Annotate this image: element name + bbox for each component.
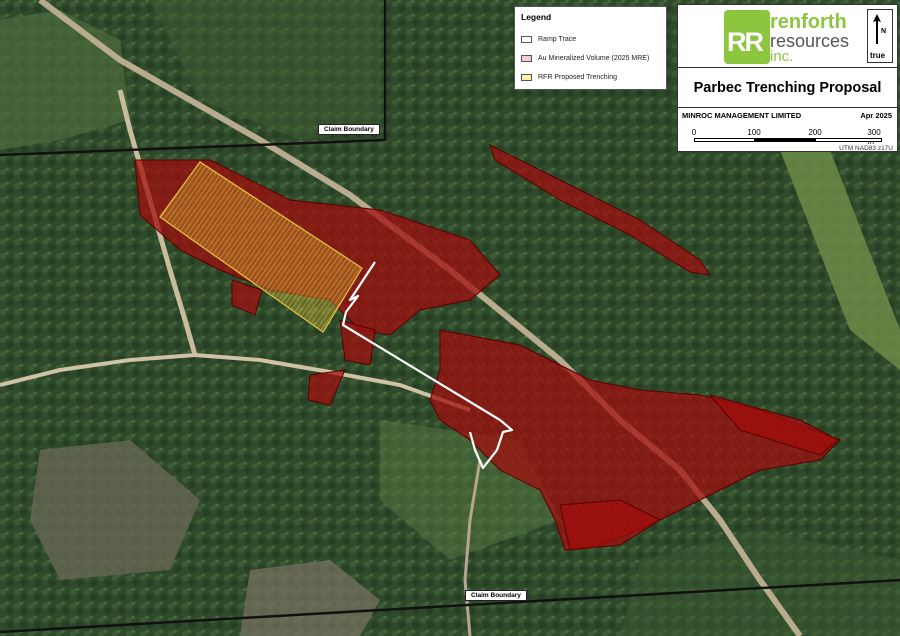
title-block: RR renforth resources inc. N true Parbec… <box>677 4 898 152</box>
logo-mark: RR <box>724 10 770 64</box>
legend-label: RFR Proposed Trenching <box>538 73 617 81</box>
logo-word-3: inc. <box>770 48 794 65</box>
mineralized-swatch-icon <box>521 54 532 62</box>
north-arrow-icon: N true <box>867 9 893 63</box>
legend-label: Au Mineralized Volume (2025 MRE) <box>538 54 650 62</box>
legend-item-mineralized: Au Mineralized Volume (2025 MRE) <box>521 50 660 66</box>
ramp-swatch-icon <box>521 35 532 43</box>
map-canvas: Claim Boundary Claim Boundary Legend Ram… <box>0 0 900 636</box>
map-date: Apr 2025 <box>860 111 892 120</box>
trench-swatch-icon <box>521 73 532 81</box>
logo-word-1: renforth <box>770 11 847 33</box>
scale-bar: 0 100 200 300 m <box>692 128 882 146</box>
projection-label: UTM NAD83 z17U <box>839 145 893 152</box>
legend: Legend Ramp Trace Au Mineralized Volume … <box>514 6 667 90</box>
company-logo: RR renforth resources inc. <box>678 5 868 67</box>
legend-item-ramp: Ramp Trace <box>521 31 660 47</box>
legend-title: Legend <box>521 12 552 22</box>
claim-boundary-label-top: Claim Boundary <box>318 124 380 135</box>
legend-item-trench: RFR Proposed Trenching <box>521 69 660 85</box>
legend-label: Ramp Trace <box>538 35 577 43</box>
claim-boundary-label-bottom: Claim Boundary <box>465 590 527 601</box>
company-name: MINROC MANAGEMENT LIMITED <box>682 111 802 120</box>
map-title: Parbec Trenching Proposal <box>693 80 882 96</box>
